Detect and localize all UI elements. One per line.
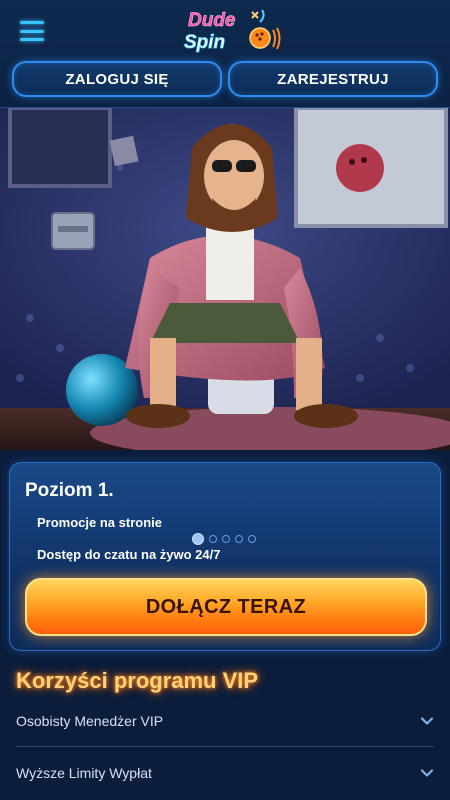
register-button[interactable]: ZAREJESTRUJ xyxy=(228,61,438,97)
pagination-dot-3[interactable] xyxy=(222,535,230,543)
pagination-dot-2[interactable] xyxy=(209,535,217,543)
accordion-divider xyxy=(16,746,434,747)
pagination-dot-5[interactable] xyxy=(248,535,256,543)
vip-benefit-accordion-manager[interactable]: Osobisty Menedżer VIP xyxy=(16,696,434,746)
accordion-label: Wyższe Limity Wypłat xyxy=(16,765,152,781)
chevron-down-icon xyxy=(420,769,434,777)
join-now-button[interactable]: DOŁĄCZ TERAZ xyxy=(25,578,427,636)
hamburger-menu-icon[interactable] xyxy=(20,21,44,41)
chevron-down-icon xyxy=(420,717,434,725)
logo-text-spin: Spin xyxy=(184,32,225,53)
pagination-dot-4[interactable] xyxy=(235,535,243,543)
login-button[interactable]: ZALOGUJ SIĘ xyxy=(12,61,222,97)
hero-banner-image xyxy=(0,108,450,450)
logo-bowling-icon xyxy=(249,9,281,50)
logo-text-dude: Dude xyxy=(188,10,236,31)
vip-benefit-accordion-withdrawal[interactable]: Wyższe Limity Wypłat xyxy=(16,748,434,798)
accordion-label: Osobisty Menedżer VIP xyxy=(16,713,164,729)
dudespin-logo[interactable]: Dude Spin xyxy=(180,4,284,54)
level-benefit-item: Dostęp do czatu na żywo 24/7 xyxy=(37,547,221,562)
hero-illustration xyxy=(0,108,450,450)
vip-level-card: Poziom 1. Promocje na stronie Dostęp do … xyxy=(9,462,441,651)
vip-benefits-title: Korzyści programu VIP xyxy=(16,668,259,693)
level-title: Poziom 1. xyxy=(25,480,114,501)
pagination-dot-1[interactable] xyxy=(192,533,204,545)
top-header: Dude Spin ZALOGUJ SIĘ ZAREJESTRUJ xyxy=(0,0,450,108)
slide-pagination xyxy=(192,533,256,545)
level-benefit-item: Promocje na stronie xyxy=(37,515,162,530)
